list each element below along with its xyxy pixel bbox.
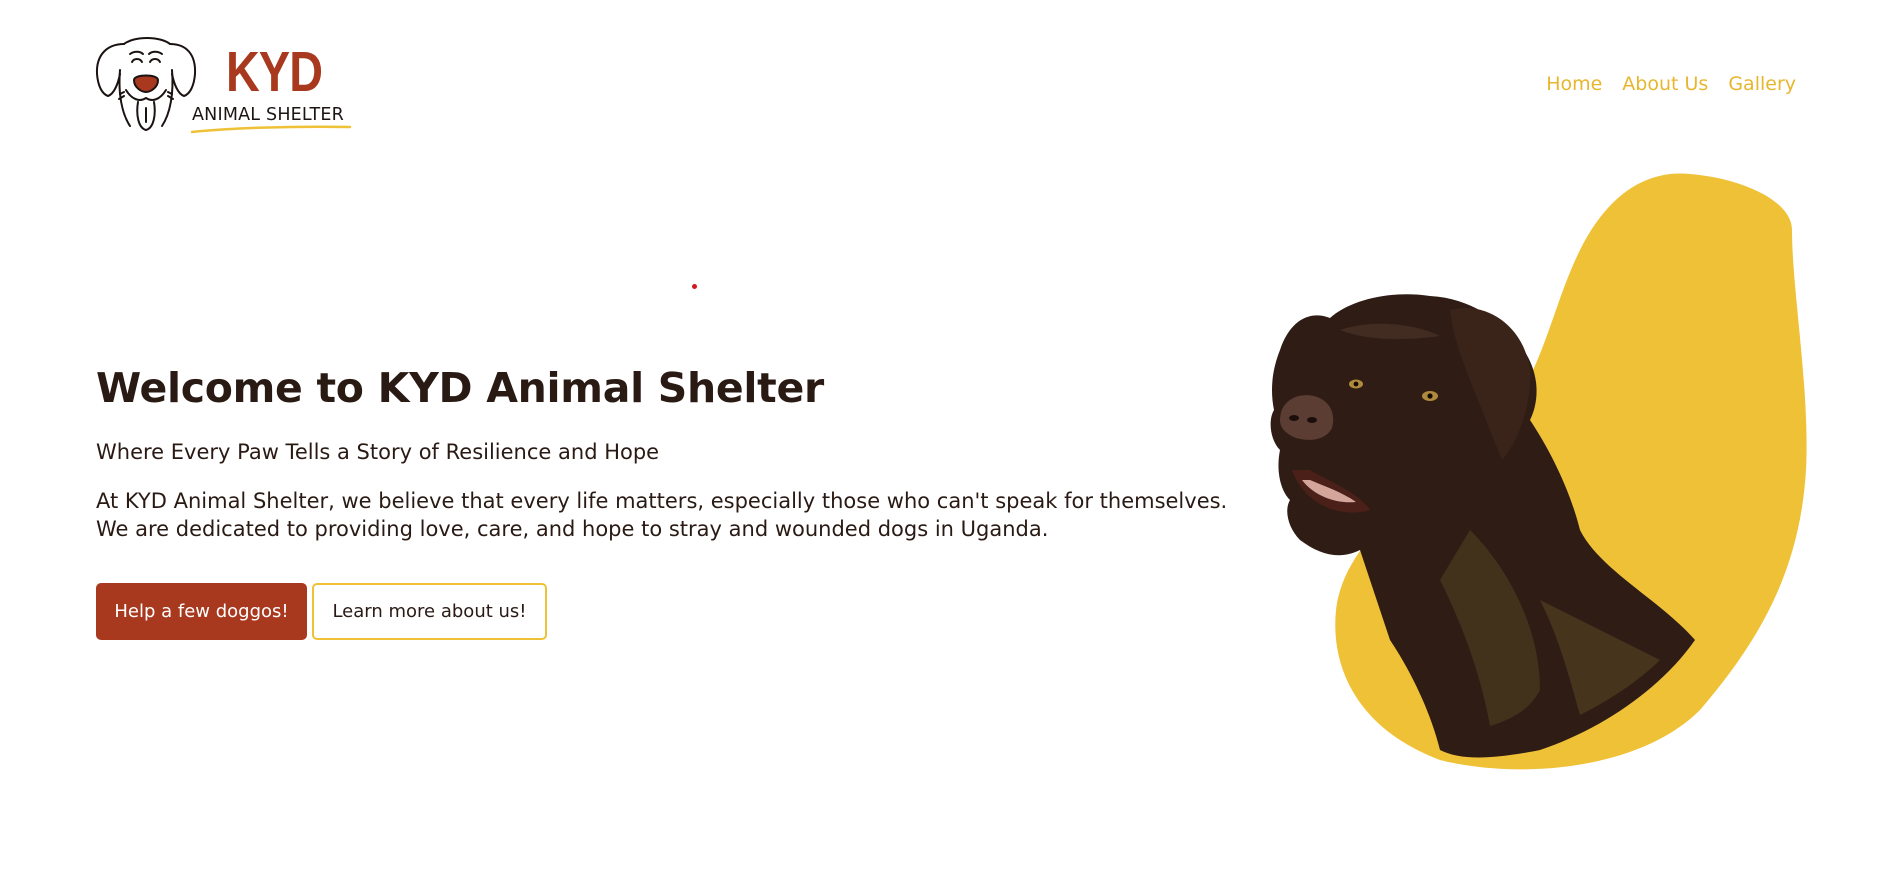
dog-face-icon	[95, 37, 197, 131]
logo-brand-text: KYD	[226, 40, 323, 104]
hero-description-line-2: We are dedicated to providing love, care…	[96, 517, 1049, 541]
hero-buttons: Help a few doggos! Learn more about us!	[96, 583, 1196, 640]
hero-description-line-1: At KYD Animal Shelter, we believe that e…	[96, 489, 1228, 513]
main-nav: Home About Us Gallery	[1546, 70, 1796, 98]
hero-section: Welcome to KYD Animal Shelter Where Ever…	[96, 360, 1228, 640]
hero-subtitle: Where Every Paw Tells a Story of Resilie…	[96, 440, 660, 464]
nav-link-about-us[interactable]: About Us	[1622, 70, 1708, 98]
decorative-dot	[692, 284, 697, 289]
logo-brush-underline	[190, 125, 352, 134]
site-header: KYD ANIMAL SHELTER Home About Us Gallery	[0, 0, 1896, 170]
nav-link-gallery[interactable]: Gallery	[1728, 70, 1796, 98]
hero-description: At KYD Animal Shelter, we believe that e…	[96, 487, 1228, 543]
site-logo[interactable]: KYD ANIMAL SHELTER	[94, 34, 354, 138]
learn-more-button[interactable]: Learn more about us!	[312, 583, 547, 640]
hero-dog-image	[1270, 173, 1807, 770]
hero-title: Welcome to KYD Animal Shelter	[96, 364, 824, 412]
help-doggos-button[interactable]: Help a few doggos!	[96, 583, 307, 640]
nav-link-home[interactable]: Home	[1546, 70, 1602, 98]
